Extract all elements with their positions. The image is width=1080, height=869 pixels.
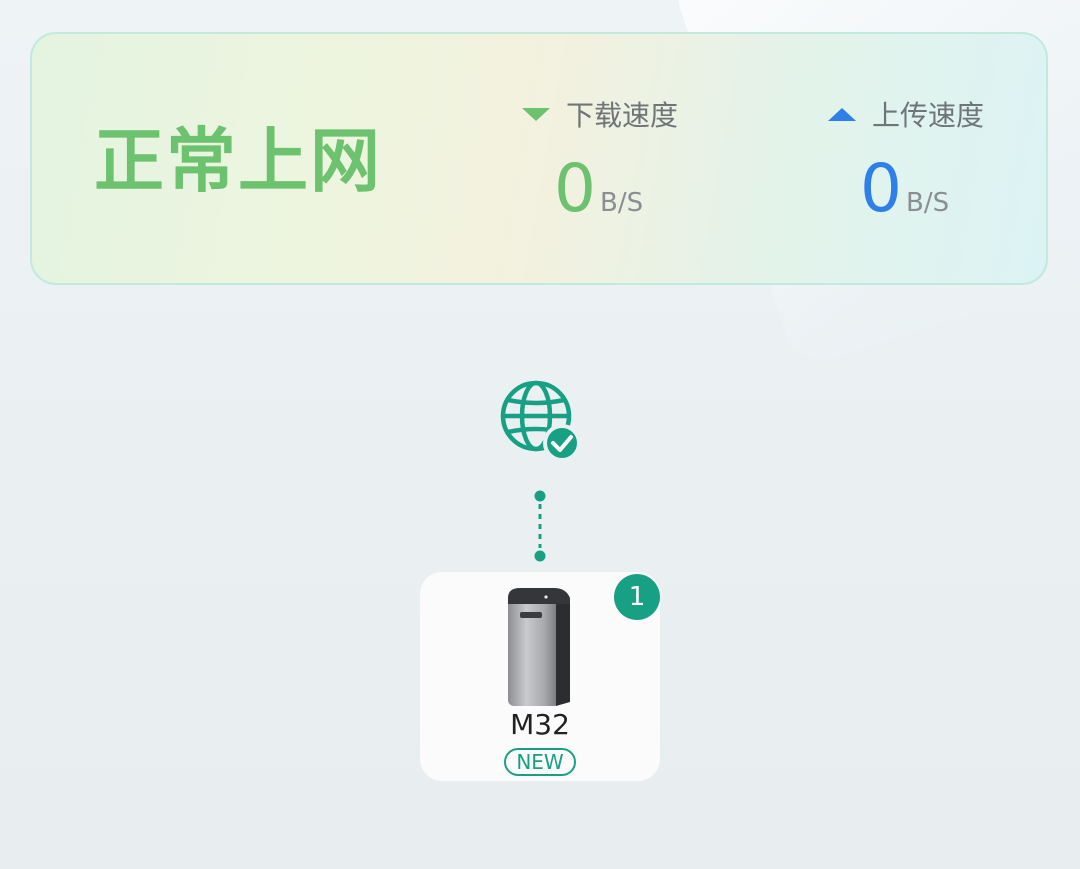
upload-speed-value: 0 xyxy=(860,150,902,227)
upload-speed-panel: 上传速度 0 B/S xyxy=(828,94,1068,222)
new-badge: NEW xyxy=(504,748,576,776)
connection-link-line xyxy=(534,490,546,562)
connection-status-title: 正常上网 xyxy=(94,120,382,202)
download-speed-value: 0 xyxy=(554,150,596,227)
triangle-up-icon xyxy=(828,107,856,121)
network-status-card: 正常上网 下载速度 0 B/S 上传速度 0 B/S xyxy=(30,32,1048,285)
upload-speed-unit: B/S xyxy=(906,188,950,218)
download-speed-unit: B/S xyxy=(600,188,644,218)
upload-speed-label: 上传速度 xyxy=(872,99,985,132)
triangle-down-icon xyxy=(522,107,550,121)
globe-check-icon[interactable] xyxy=(498,378,584,464)
device-count-badge: 1 xyxy=(614,574,660,620)
device-name: M32 xyxy=(510,708,570,741)
download-speed-panel: 下载速度 0 B/S xyxy=(522,94,762,222)
download-speed-label: 下载速度 xyxy=(566,99,679,132)
mesh-router-image xyxy=(508,588,570,706)
